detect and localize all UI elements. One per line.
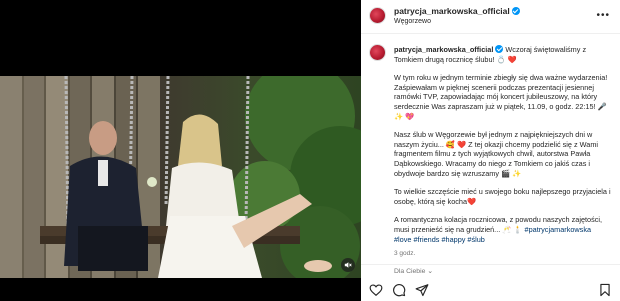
author-avatar[interactable] <box>369 7 386 24</box>
volume-muted-icon <box>344 262 352 268</box>
share-icon[interactable] <box>415 283 429 297</box>
post-location[interactable]: Węgorzewo <box>394 18 431 25</box>
caption-author-username[interactable]: patrycja_markowska_official <box>394 45 493 54</box>
post-video[interactable] <box>0 76 361 278</box>
media-area <box>0 0 361 301</box>
verified-badge-icon <box>511 7 520 15</box>
author-username-text[interactable]: patrycja_markowska_official <box>394 6 510 16</box>
more-horizontal-icon[interactable]: ••• <box>596 10 610 21</box>
verified-badge-icon <box>495 45 504 53</box>
video-frame <box>0 76 361 278</box>
bookmark-icon[interactable] <box>598 283 612 297</box>
comments-section: patrycja_markowska_official Wczoraj świę… <box>361 34 620 264</box>
author-username[interactable]: patrycja_markowska_official <box>394 6 520 16</box>
post-time-ago[interactable]: 3 godz. <box>394 249 616 259</box>
hashtag-link[interactable]: #patrycjamarkowska <box>525 225 592 234</box>
caption-paragraph-3: Nasz ślub w Węgorzewie był jednym z najp… <box>394 130 599 178</box>
liked-by-text[interactable]: Dla Ciebie ⌄ <box>394 267 433 275</box>
mute-button[interactable] <box>341 258 355 272</box>
post-header: patrycja_markowska_official Węgorzewo ••… <box>361 0 620 34</box>
post-details-panel: patrycja_markowska_official Węgorzewo ••… <box>361 0 620 301</box>
comment-icon[interactable] <box>392 283 406 297</box>
hashtags-link[interactable]: #love #friends #happy #ślub <box>394 235 485 244</box>
caption-paragraph-2: W tym roku w jednym terminie zbiegły się… <box>394 73 608 121</box>
heart-icon[interactable] <box>369 283 383 297</box>
post-modal: patrycja_markowska_official Węgorzewo ••… <box>0 0 620 301</box>
post-caption: patrycja_markowska_official Wczoraj świę… <box>394 45 616 259</box>
caption-paragraph-4: To wielkie szczęście mieć u swojego boku… <box>394 187 611 206</box>
caption-author-avatar[interactable] <box>369 44 386 61</box>
